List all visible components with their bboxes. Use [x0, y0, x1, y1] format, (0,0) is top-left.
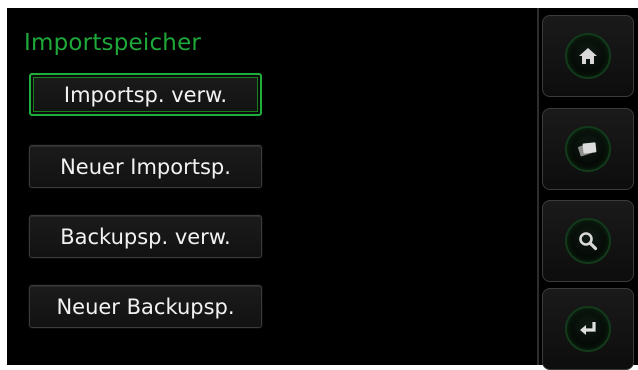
page-title: Importspeicher	[24, 30, 202, 56]
search-button[interactable]	[542, 200, 634, 282]
cards-icon	[565, 126, 611, 172]
new-backup-storage-button[interactable]: Neuer Backupsp.	[29, 285, 262, 328]
search-icon	[565, 218, 611, 264]
home-button[interactable]	[542, 15, 634, 97]
stack-button[interactable]	[542, 108, 634, 190]
home-icon	[565, 33, 611, 79]
manage-backup-storage-button[interactable]: Backupsp. verw.	[29, 215, 262, 258]
sidebar-divider	[537, 8, 539, 365]
back-button[interactable]	[542, 288, 634, 370]
return-icon	[565, 306, 611, 352]
new-import-storage-button[interactable]: Neuer Importsp.	[29, 145, 262, 188]
manage-import-storage-button[interactable]: Importsp. verw.	[29, 73, 262, 116]
